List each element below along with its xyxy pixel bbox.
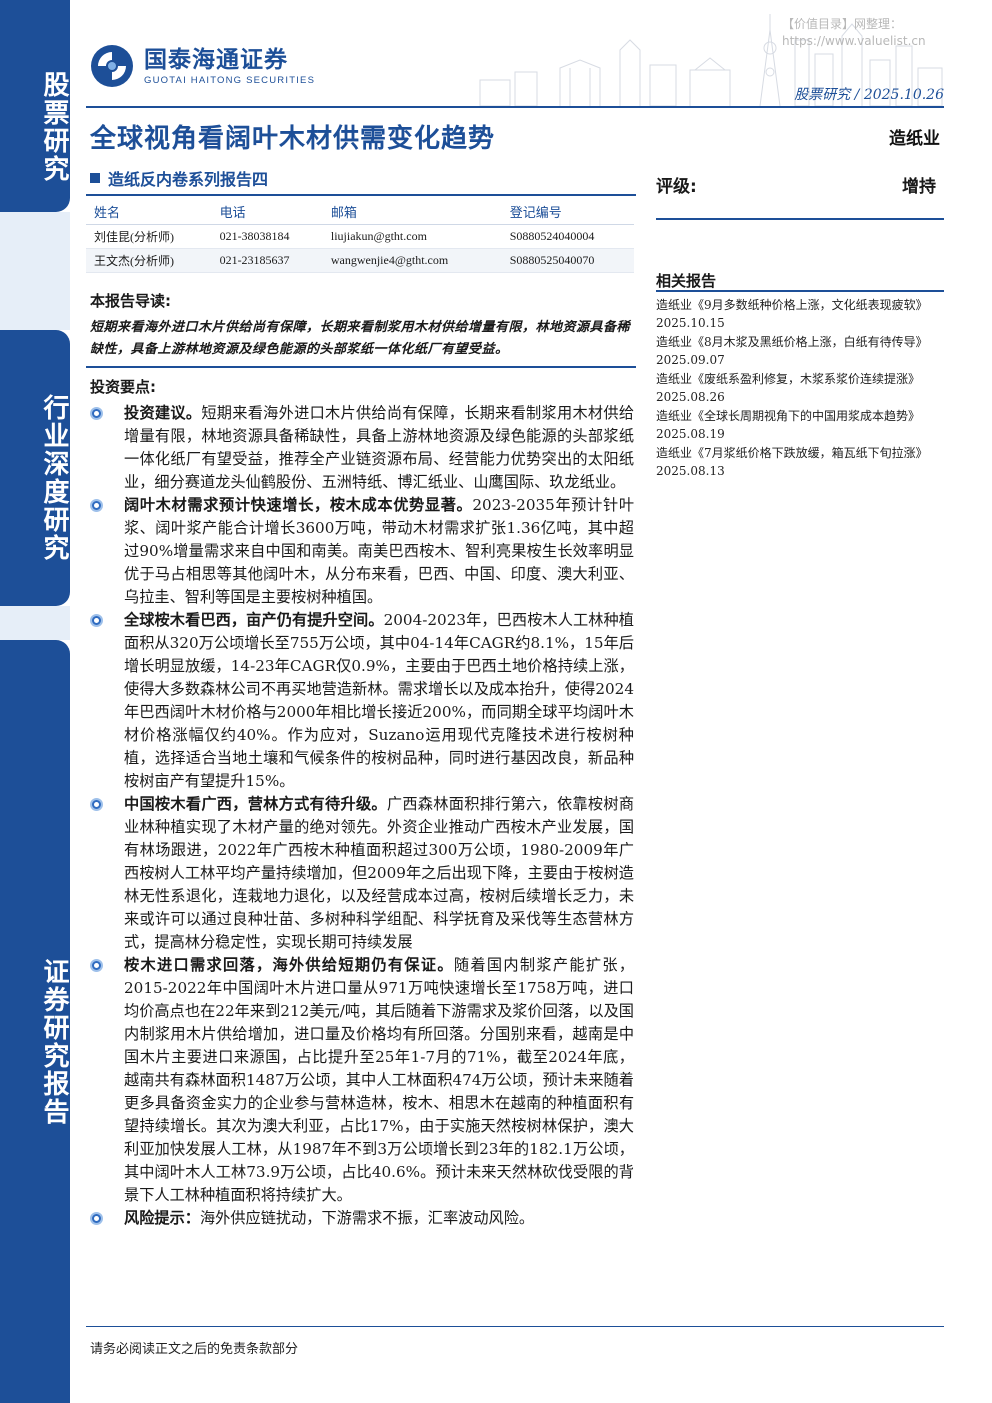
bullet-icon [90, 1212, 103, 1225]
investment-points-heading: 投资要点: [90, 378, 156, 396]
investment-point: 中国桉木看广西，营林方式有待升级。广西森林面积排行第六，依靠桉树商业林种植实现了… [90, 793, 634, 954]
point-lead: 阔叶木材需求预计快速增长，桉木成本优势显著。 [124, 496, 473, 514]
watermark-url: https://www.valuelist.cn [782, 34, 926, 48]
guide-divider [86, 366, 636, 368]
analyst-phone: 021-23185637 [211, 248, 323, 273]
related-report-item[interactable]: 造纸业《全球长周期视角下的中国用浆成本趋势》2025.08.19 [656, 407, 944, 443]
investment-point: 投资建议。短期来看海外进口木片供给尚有保障，长期来看制浆用木材供给增量有限，林地… [90, 402, 634, 494]
side-tab-stock-research: 股票研究 [0, 0, 70, 212]
report-type-date: 股票研究 / 2025.10.26 [794, 87, 944, 103]
guide-summary: 短期来看海外进口木片供给尚有保障，长期来看制浆用木材供给增量有限，林地资源具备稀… [90, 320, 631, 357]
guide-heading: 本报告导读: [90, 292, 171, 310]
analyst-registration: S0880525040070 [501, 248, 634, 273]
investment-point: 全球桉木看巴西，亩产仍有提升空间。2004-2023年，巴西桉木人工林种植面积从… [90, 609, 634, 793]
related-reports-heading: 相关报告 [656, 272, 717, 290]
related-reports-list: 造纸业《9月多数纸种价格上涨，文化纸表现疲软》2025.10.15 造纸业《8月… [656, 296, 944, 481]
related-report-item[interactable]: 造纸业《9月多数纸种价格上涨，文化纸表现疲软》2025.10.15 [656, 296, 944, 332]
point-text: 短期来看海外进口木片供给尚有保障，长期来看制浆用木材供给增量有限，林地资源具备稀… [124, 404, 635, 491]
point-lead: 风险提示： [124, 1209, 200, 1227]
footer-divider [86, 1326, 944, 1327]
point-text: 2004-2023年，巴西桉木人工林种植面积从320万公顷增长至755万公顷，其… [124, 611, 634, 790]
side-tab-securities-research-report: 证券研究报告 [0, 640, 70, 1403]
point-text: 海外供应链扰动，下游需求不振，汇率波动风险。 [199, 1209, 535, 1227]
point-lead: 桉木进口需求回落，海外供给短期仍有保证。 [124, 956, 454, 974]
investment-points-list: 投资建议。短期来看海外进口木片供给尚有保障，长期来看制浆用木材供给增量有限，林地… [90, 402, 634, 1230]
related-reports-divider [656, 290, 944, 292]
side-tab-gap [0, 212, 70, 330]
bullet-icon [90, 798, 103, 811]
square-bullet-icon [90, 173, 100, 183]
investment-point: 风险提示：海外供应链扰动，下游需求不振，汇率波动风险。 [90, 1207, 634, 1230]
bullet-icon [90, 614, 103, 627]
analyst-email[interactable]: liujiakun@gtht.com [322, 224, 502, 249]
point-lead: 全球桉木看巴西，亩产仍有提升空间。 [124, 611, 384, 629]
analyst-name: 王文杰(分析师) [86, 248, 212, 273]
side-tab-gap [0, 606, 70, 640]
investment-point: 阔叶木材需求预计快速增长，桉木成本优势显著。2023-2035年预计针叶浆、阔叶… [90, 494, 634, 609]
analyst-table: 姓名 电话 邮箱 登记编号 刘佳昆(分析师) 021-38038184 liuj… [86, 200, 634, 273]
series-text: 造纸反内卷系列报告四 [108, 170, 269, 189]
bullet-icon [90, 499, 103, 512]
table-row: 刘佳昆(分析师) 021-38038184 liujiakun@gtht.com… [86, 224, 634, 249]
analyst-phone: 021-38038184 [211, 224, 323, 249]
subtitle-divider [86, 194, 636, 196]
disclaimer-footer: 请务必阅读正文之后的免责条款部分 [90, 1342, 299, 1357]
industry-label: 造纸业 [889, 129, 940, 149]
rating-value: 增持 [902, 177, 936, 197]
bullet-icon [90, 959, 103, 972]
company-name-en: GUOTAI HAITONG SECURITIES [144, 74, 316, 86]
watermark-line: 【价值目录】网整理： [782, 17, 903, 31]
column-header-registration: 登记编号 [501, 200, 634, 225]
report-title: 全球视角看阔叶木材供需变化趋势 [90, 124, 496, 154]
point-lead: 投资建议。 [124, 404, 202, 422]
header-divider [86, 106, 944, 108]
point-text: 随着国内制浆产能扩张，2015-2022年中国阔叶木片进口量从971万吨快速增长… [124, 956, 635, 1204]
point-lead: 中国桉木看广西，营林方式有待升级。 [124, 795, 387, 813]
analyst-email[interactable]: wangwenjie4@gtht.com [322, 248, 502, 273]
column-header-phone: 电话 [211, 200, 323, 225]
column-header-email: 邮箱 [322, 200, 502, 225]
analyst-registration: S0880524040004 [501, 224, 634, 249]
company-logo: 国泰海通证券 GUOTAI HAITONG SECURITIES [90, 44, 315, 88]
analyst-name: 刘佳昆(分析师) [86, 224, 212, 249]
related-report-item[interactable]: 造纸业《7月浆纸价格下跌放缓，箱瓦纸下旬拉涨》2025.08.13 [656, 444, 944, 480]
logo-mark-icon [91, 45, 133, 87]
table-row: 王文杰(分析师) 021-23185637 wangwenjie4@gtht.c… [86, 248, 634, 273]
rating-divider [656, 218, 944, 220]
bullet-icon [90, 407, 103, 420]
side-tab-industry-deep-research: 行业深度研究 [0, 330, 70, 606]
series-subtitle: 造纸反内卷系列报告四 [90, 166, 268, 190]
watermark: 【价值目录】网整理： https://www.valuelist.cn [782, 16, 926, 50]
related-report-item[interactable]: 造纸业《8月木浆及黑纸价格上涨，白纸有待传导》2025.09.07 [656, 333, 944, 369]
column-header-name: 姓名 [86, 200, 212, 225]
investment-point: 桉木进口需求回落，海外供给短期仍有保证。随着国内制浆产能扩张，2015-2022… [90, 954, 634, 1207]
point-text: 广西森林面积排行第六，依靠桉树商业林种植实现了木材产量的绝对领先。外资企业推动广… [124, 795, 635, 951]
rating-label: 评级: [656, 177, 697, 197]
table-header-row: 姓名 电话 邮箱 登记编号 [86, 200, 634, 225]
company-name-cn: 国泰海通证券 [144, 46, 288, 73]
related-report-item[interactable]: 造纸业《废纸系盈利修复，木浆系浆价连续提涨》2025.08.26 [656, 370, 944, 406]
